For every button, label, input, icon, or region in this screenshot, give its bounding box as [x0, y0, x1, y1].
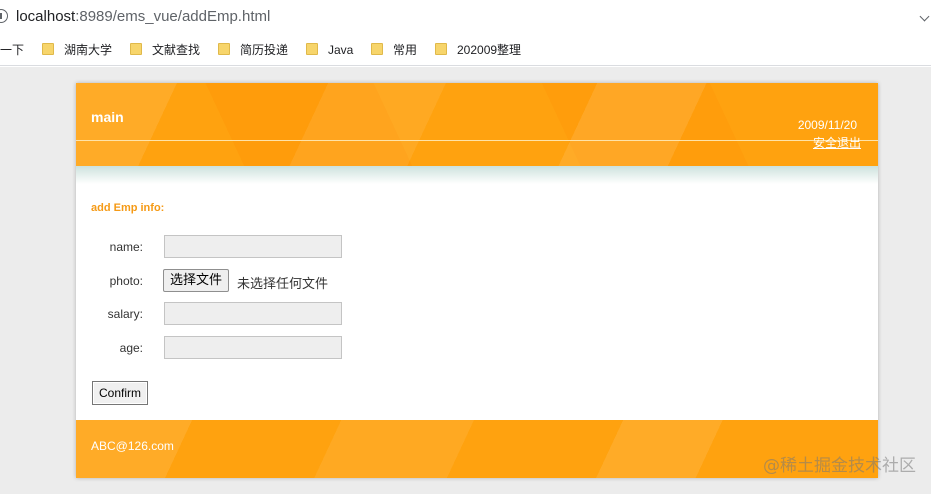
bookmark-label: 常用 — [393, 43, 418, 57]
bookmark-item[interactable]: 202009整理 — [435, 41, 521, 59]
watermark: @稀土掘金技术社区 — [763, 456, 916, 476]
bookmark-item[interactable]: 简历投递 — [218, 41, 288, 59]
age-input[interactable] — [164, 336, 342, 359]
site-brand: main — [91, 109, 124, 125]
page-frame: main 2009/11/20 安全退出 add Emp info: name:… — [76, 83, 878, 478]
bookmark-partial[interactable]: 一下 — [0, 41, 24, 59]
choose-file-button[interactable]: 选择文件 — [163, 269, 230, 292]
folder-icon — [218, 43, 230, 55]
chevron-down-icon[interactable] — [919, 11, 930, 22]
footer-email: ABC@126.com — [91, 439, 174, 453]
url-host: localhost — [16, 8, 76, 25]
url-text[interactable]: localhost:8989/ems_vue/addEmp.html — [16, 8, 270, 25]
info-icon[interactable] — [0, 9, 8, 23]
file-status-text: 未选择任何文件 — [237, 277, 329, 292]
bookmark-label: 湖南大学 — [64, 43, 113, 57]
age-label: age: — [119, 341, 143, 355]
header-banner: main 2009/11/20 安全退出 — [76, 83, 878, 166]
folder-icon — [42, 43, 54, 55]
bookmarks-bar: 一下 湖南大学 文献查找 简历投递 Java 常用 202009整理 — [0, 34, 931, 66]
bookmark-label: Java — [328, 43, 354, 57]
photo-label: photo: — [109, 274, 143, 288]
footer-banner: ABC@126.com — [76, 420, 878, 478]
bookmark-item[interactable]: 常用 — [371, 41, 417, 59]
bookmark-label: 202009整理 — [457, 43, 522, 57]
bookmark-label: 简历投递 — [240, 43, 289, 57]
bookmark-label: 文献查找 — [152, 43, 201, 57]
page-viewport: main 2009/11/20 安全退出 add Emp info: name:… — [0, 67, 931, 494]
address-bar[interactable]: localhost:8989/ems_vue/addEmp.html — [0, 0, 931, 34]
header-shadow — [76, 166, 878, 184]
folder-icon — [371, 43, 383, 55]
bookmark-item[interactable]: 文献查找 — [130, 41, 200, 59]
url-path: :8989/ems_vue/addEmp.html — [75, 8, 271, 25]
name-input[interactable] — [164, 235, 342, 258]
bookmark-item[interactable]: 湖南大学 — [42, 41, 112, 59]
folder-icon — [130, 43, 142, 55]
name-label: name: — [109, 240, 143, 254]
banner-divider — [76, 140, 878, 141]
bookmark-item[interactable]: Java — [306, 41, 353, 59]
salary-label: salary: — [107, 307, 143, 321]
salary-input[interactable] — [164, 302, 342, 325]
logout-link[interactable]: 安全退出 — [813, 134, 861, 151]
header-date: 2009/11/20 — [797, 118, 857, 132]
folder-icon — [435, 43, 447, 55]
form-title: add Emp info: — [91, 202, 165, 214]
folder-icon — [306, 43, 318, 55]
confirm-button[interactable]: Confirm — [92, 381, 148, 405]
